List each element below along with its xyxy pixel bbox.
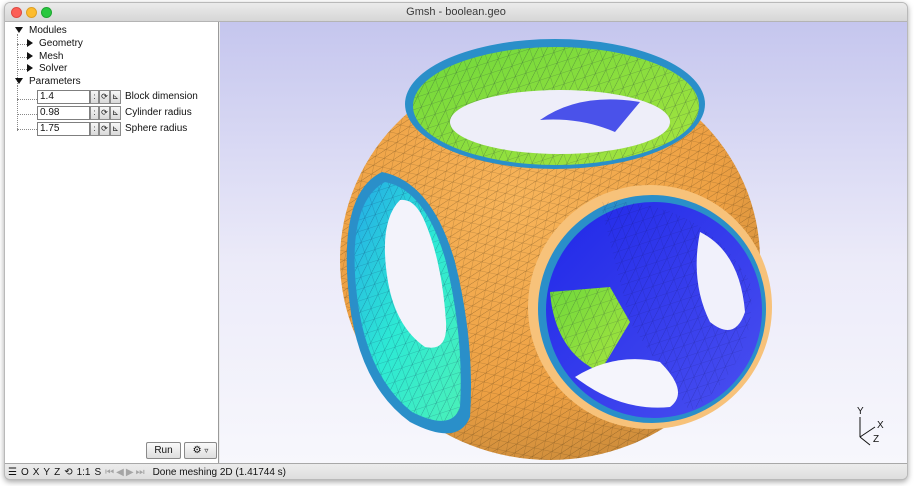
param-menu-button[interactable]: : [90,105,99,120]
tree-item-modules[interactable]: Modules [15,24,67,37]
expand-arrow-icon[interactable] [27,52,33,61]
axis-y-label: Y [857,406,864,417]
gear-icon: ⚙ [192,445,202,456]
collapse-arrow-icon[interactable] [15,27,23,34]
graph-icon[interactable]: ⊾ [110,89,121,104]
loop-icon[interactable]: ⟳ [99,89,110,104]
cylinder-radius-input[interactable]: 0.98 [37,105,90,120]
param-row-block-dimension: 1.4 : ⟳ ⊾ Block dimension [37,89,198,104]
view-origin-button[interactable]: O [21,467,29,478]
prev-step-icon[interactable]: ◀ [116,467,124,478]
collapse-arrow-icon[interactable] [15,78,23,85]
expand-arrow-icon[interactable] [27,64,33,73]
hamburger-menu-icon[interactable]: ☰ [8,467,17,478]
block-dimension-input[interactable]: 1.4 [37,89,90,104]
rotate-icon[interactable]: ⟲ [64,467,72,478]
view-z-button[interactable]: Z [54,467,60,478]
play-icon[interactable]: ▶ [126,467,134,478]
param-menu-button[interactable]: : [90,89,99,104]
first-step-icon[interactable]: ⏮ [105,467,114,478]
graphics-viewport[interactable]: Y X Z [220,22,907,463]
titlebar: Gmsh - boolean.geo [5,3,907,22]
tree-item-geometry[interactable]: Geometry [27,37,83,50]
expand-arrow-icon[interactable] [27,39,33,48]
last-step-icon[interactable]: ⏭ [136,467,145,478]
options-button[interactable]: ⚙ ▿ [184,442,217,459]
module-tree-panel: Modules Geometry Mesh Solver Parameters … [5,22,219,463]
window-title: Gmsh - boolean.geo [406,6,506,18]
graph-icon[interactable]: ⊾ [110,121,121,136]
loop-icon[interactable]: ⟳ [99,105,110,120]
top-opening-hole [450,90,670,154]
cylinder-radius-label: Cylinder radius [125,107,192,118]
param-row-sphere-radius: 1.75 : ⟳ ⊾ Sphere radius [37,121,187,136]
scale-one-button[interactable]: 1:1 [77,467,91,478]
select-button[interactable]: S [95,467,102,478]
tree-item-solver[interactable]: Solver [27,62,67,75]
mesh-render: Y X Z [340,39,884,460]
axis-triad: Y X Z [857,406,884,446]
status-message: Done meshing 2D (1.41744 s) [152,467,286,478]
graph-icon[interactable]: ⊾ [110,105,121,120]
run-button[interactable]: Run [146,442,181,459]
status-bar: ☰ O X Y Z ⟲ 1:1 S ⏮ ◀ ▶ ⏭ Done meshing 2… [5,463,907,479]
dropdown-arrow-icon: ▿ [204,446,209,455]
sphere-radius-label: Sphere radius [125,123,188,134]
axis-x-label: X [877,420,884,431]
sphere-radius-input[interactable]: 1.75 [37,121,90,136]
tree-item-parameters[interactable]: Parameters [15,75,81,88]
gmsh-window: Gmsh - boolean.geo Modules Geometry Mesh… [4,2,908,480]
param-menu-button[interactable]: : [90,121,99,136]
param-row-cylinder-radius: 0.98 : ⟳ ⊾ Cylinder radius [37,105,192,120]
axis-z-label: Z [873,434,879,445]
loop-icon[interactable]: ⟳ [99,121,110,136]
view-x-button[interactable]: X [33,467,40,478]
block-dimension-label: Block dimension [125,91,198,102]
view-y-button[interactable]: Y [43,467,50,478]
